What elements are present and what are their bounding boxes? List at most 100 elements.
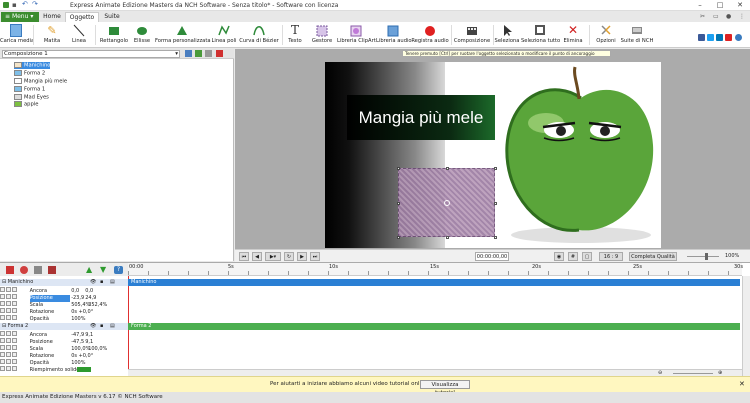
prop-row[interactable]: Scala 100,0%100,0% (0, 345, 128, 352)
zoom-slider[interactable] (687, 256, 719, 257)
layer-row-forma-2[interactable]: ⊟ Forma 2 👁 ▪ ▤ (0, 323, 128, 330)
next-keyframe-icon[interactable] (12, 294, 17, 299)
prev-keyframe-icon[interactable] (0, 301, 5, 306)
prev-keyframe-icon[interactable] (0, 366, 5, 371)
prop-row[interactable]: Scala 505,4%352,4% (0, 301, 128, 308)
user-icon[interactable]: ● (726, 13, 731, 20)
undo-icon[interactable]: ↶ (22, 0, 28, 8)
tab-home[interactable]: Home (40, 12, 64, 22)
audio-library-button[interactable]: Libreria audio (376, 22, 412, 48)
prev-keyframe-icon[interactable] (0, 338, 5, 343)
keyframe-icon[interactable] (6, 266, 14, 274)
delete-button[interactable]: ✕ Elimina (560, 22, 586, 48)
tree-item-mad-eyes[interactable]: Mad Eyes (14, 94, 49, 101)
camera-icon[interactable]: ◉ (554, 252, 564, 261)
move-down-icon[interactable]: ▼ (100, 265, 106, 274)
copy-icon[interactable] (205, 50, 212, 57)
close-notification-icon[interactable]: ✕ (739, 380, 745, 388)
safe-area-icon[interactable]: ▢ (582, 252, 592, 261)
timeline-ruler[interactable]: 00:00 5s 10s 15s 20s 25s 30s (128, 263, 743, 276)
next-keyframe-icon[interactable] (12, 287, 17, 292)
prop-row[interactable]: Rotazione 0s +0,0° (0, 308, 128, 315)
tree-item-manichino[interactable]: Manichino (14, 62, 50, 69)
apple-image[interactable] (501, 65, 661, 245)
prev-keyframe-icon[interactable] (0, 359, 5, 364)
redo-icon[interactable]: ↷ (32, 0, 38, 8)
lock-icon[interactable]: ▪ (100, 279, 103, 286)
stage[interactable]: Mangia più mele (325, 62, 661, 248)
select-button[interactable]: Seleziona (494, 22, 520, 48)
timeline-zoom-slider[interactable] (673, 373, 713, 374)
visibility-icon[interactable]: 👁 (90, 279, 96, 286)
next-keyframe-icon[interactable] (12, 315, 17, 320)
more-icon[interactable]: ⋮ (739, 13, 745, 20)
bezier-button[interactable]: Curva di Bézier (238, 22, 280, 48)
prev-keyframe-icon[interactable] (0, 345, 5, 350)
next-keyframe-icon[interactable] (12, 301, 17, 306)
add-keyframe-icon[interactable] (6, 331, 11, 336)
aspect-ratio-select[interactable]: 16 : 9 (599, 252, 623, 261)
line-button[interactable]: Linea (66, 22, 92, 48)
record-audio-button[interactable]: Registra audio (411, 22, 449, 48)
new-composition-icon[interactable] (185, 50, 192, 57)
step-forward-icon[interactable]: ▶ (297, 252, 307, 261)
text-button[interactable]: T Testo (284, 22, 306, 48)
tree-item-forma-2[interactable]: Forma 2 (14, 70, 45, 77)
main-menu-button[interactable]: ≡ Menu ▾ (1, 12, 39, 22)
anchor-point-icon[interactable] (444, 200, 450, 206)
next-keyframe-icon[interactable] (12, 359, 17, 364)
pencil-button[interactable]: ✎ Matita (38, 22, 66, 48)
duplicate-icon[interactable] (195, 50, 202, 57)
resize-handle[interactable] (397, 167, 400, 170)
nch-suite-button[interactable]: Suite di NCH (620, 22, 654, 48)
tree-item-apple[interactable]: apple (14, 101, 38, 108)
tree-item-mangia-piu-mele[interactable]: Mangia più mele (14, 78, 67, 85)
twitter-icon[interactable] (707, 34, 714, 41)
custom-shape-button[interactable]: Forma personalizzata (155, 22, 211, 48)
ellipse-button[interactable]: Ellisse (130, 22, 154, 48)
resize-handle[interactable] (494, 236, 497, 239)
go-end-icon[interactable]: ⏭ (310, 252, 320, 261)
next-keyframe-icon[interactable] (12, 308, 17, 313)
add-keyframe-icon[interactable] (6, 338, 11, 343)
trash-icon[interactable] (48, 266, 56, 274)
zoom-slider-thumb[interactable] (705, 253, 708, 260)
tree-item-forma-1[interactable]: Forma 1 (14, 86, 45, 93)
composition-select[interactable]: Composizione 1 ▾ (2, 50, 180, 58)
help-icon[interactable] (735, 34, 742, 41)
save-icon[interactable]: ▪ (12, 1, 17, 9)
prev-keyframe-icon[interactable] (0, 331, 5, 336)
options-icon[interactable]: ▤ (110, 279, 115, 286)
close-button[interactable]: ✕ (730, 0, 750, 11)
resize-handle[interactable] (397, 202, 400, 205)
composition-button[interactable]: Composizione (453, 22, 491, 48)
next-keyframe-icon[interactable] (12, 366, 17, 371)
add-keyframe-icon[interactable] (6, 345, 11, 350)
go-start-icon[interactable]: ⏮ (239, 252, 249, 261)
youtube-icon[interactable] (725, 34, 732, 41)
visibility-icon[interactable]: 👁 (90, 323, 96, 330)
pencil-path-icon[interactable] (34, 266, 42, 274)
next-keyframe-icon[interactable] (12, 352, 17, 357)
title-text-box[interactable]: Mangia più mele (347, 95, 495, 140)
load-media-button[interactable]: Carica media (0, 22, 34, 48)
prop-row[interactable]: Ancora -47,99,1 (0, 331, 128, 338)
resize-handle[interactable] (397, 236, 400, 239)
maximize-button[interactable]: □ (710, 0, 730, 11)
resize-handle[interactable] (446, 236, 449, 239)
options-button[interactable]: Opzioni (592, 22, 620, 48)
prev-keyframe-icon[interactable] (0, 315, 5, 320)
move-up-icon[interactable]: ▲ (86, 265, 92, 274)
resize-handle[interactable] (446, 167, 449, 170)
magnet-icon[interactable] (20, 266, 28, 274)
lock-icon[interactable]: ▪ (100, 323, 103, 330)
grid-icon[interactable]: # (568, 252, 578, 261)
prev-keyframe-icon[interactable] (0, 308, 5, 313)
view-tutorials-button[interactable]: Visualizza tutorial (420, 380, 470, 396)
handler-button[interactable]: Gestore (307, 22, 337, 48)
add-keyframe-icon[interactable] (6, 287, 11, 292)
layer-bar-manichino[interactable]: Manichino (128, 279, 740, 286)
prop-row[interactable]: Opacità 100% (0, 315, 128, 322)
prev-keyframe-icon[interactable] (0, 352, 5, 357)
add-keyframe-icon[interactable] (6, 366, 11, 371)
